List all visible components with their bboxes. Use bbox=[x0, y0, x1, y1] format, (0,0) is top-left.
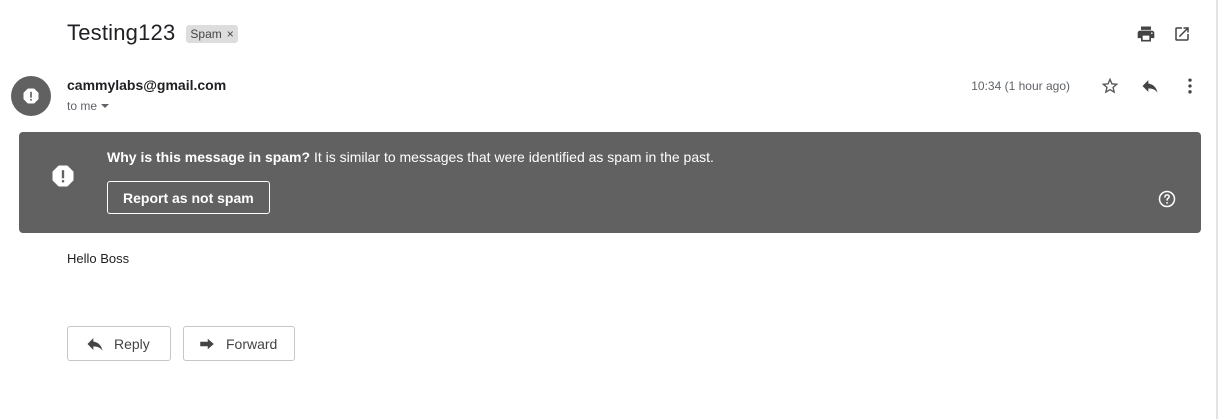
forward-label: Forward bbox=[226, 335, 278, 352]
avatar bbox=[11, 76, 51, 116]
spam-label-chip: Spam × bbox=[186, 25, 238, 43]
forward-button[interactable]: Forward bbox=[183, 326, 295, 361]
help-icon[interactable] bbox=[1158, 190, 1176, 208]
spam-warning-banner: Why is this message in spam? It is simil… bbox=[19, 132, 1201, 233]
email-body: Hello Boss bbox=[67, 251, 130, 266]
label-text: Spam bbox=[190, 27, 222, 41]
message-meta: 10:34 (1 hour ago) bbox=[971, 74, 1202, 98]
reply-label: Reply bbox=[114, 335, 150, 352]
reply-icon bbox=[85, 334, 105, 354]
chevron-down-icon bbox=[101, 104, 110, 108]
print-icon[interactable] bbox=[1135, 23, 1157, 45]
email-view: Testing123 Spam × cammylabs@gmail.com to… bbox=[0, 0, 1218, 419]
email-subject: Testing123 bbox=[67, 20, 176, 45]
more-vert-icon[interactable] bbox=[1178, 74, 1202, 98]
remove-label-icon[interactable]: × bbox=[227, 27, 234, 41]
spam-question: Why is this message in spam? bbox=[107, 149, 311, 165]
spam-reason: It is similar to messages that were iden… bbox=[310, 149, 714, 165]
forward-icon bbox=[197, 334, 217, 354]
report-not-spam-button[interactable]: Report as not spam bbox=[107, 181, 270, 214]
sender-address[interactable]: cammylabs@gmail.com bbox=[67, 77, 226, 93]
spam-warning-icon bbox=[23, 88, 39, 104]
subject-row: Testing123 Spam × bbox=[67, 20, 238, 46]
reply-button[interactable]: Reply bbox=[67, 326, 171, 361]
spam-warning-icon bbox=[52, 165, 74, 187]
open-in-new-window-icon[interactable] bbox=[1171, 23, 1193, 45]
reply-icon[interactable] bbox=[1138, 74, 1162, 98]
recipient-label: to me bbox=[67, 99, 98, 113]
spam-explanation: Why is this message in spam? It is simil… bbox=[107, 149, 714, 165]
toolbar-icons bbox=[1121, 23, 1193, 45]
recipient-details-toggle[interactable]: to me bbox=[67, 99, 110, 113]
message-timestamp: 10:34 (1 hour ago) bbox=[971, 79, 1070, 93]
star-icon[interactable] bbox=[1098, 74, 1122, 98]
